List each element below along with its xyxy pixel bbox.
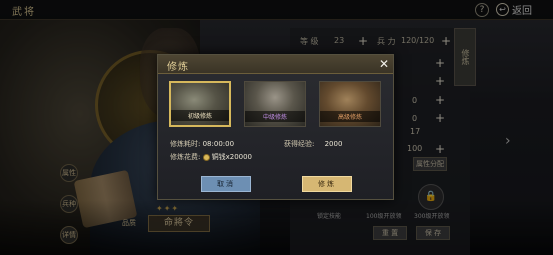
training-cost: 修炼花费: 铜钱x20000 — [170, 152, 252, 162]
experience-gain: 获得经验: 2000 — [284, 139, 342, 149]
training-options: 初级修炼 中级修炼 高级修炼 — [169, 81, 382, 131]
cost-value: 铜钱x20000 — [211, 153, 253, 161]
duration-value: 08:00:00 — [202, 140, 235, 148]
option-intermediate-training[interactable]: 中级修炼 — [244, 81, 306, 127]
copper-coin-icon — [202, 153, 210, 161]
exp-value: 2000 — [324, 140, 343, 148]
option-basic-training[interactable]: 初级修炼 — [169, 81, 231, 127]
option-label: 高级修炼 — [320, 111, 380, 122]
cost-label: 修炼花费: — [170, 153, 201, 161]
training-duration: 修炼耗时: 08:00:00 — [170, 139, 234, 149]
duration-label: 修炼耗时: — [170, 140, 201, 148]
cancel-button[interactable]: 取消 — [201, 176, 251, 192]
confirm-training-button[interactable]: 修炼 — [302, 176, 352, 192]
dialog-header: 修炼 ✕ — [158, 55, 393, 74]
dialog-title: 修炼 — [167, 62, 189, 73]
close-icon[interactable]: ✕ — [377, 57, 391, 71]
exp-label: 获得经验: — [284, 140, 315, 148]
option-label: 中级修炼 — [245, 111, 305, 122]
option-advanced-training[interactable]: 高级修炼 — [319, 81, 381, 127]
training-dialog: 修炼 ✕ 初级修炼 中级修炼 高级修炼 修炼耗时: 08:00:00 获得经验:… — [157, 54, 394, 200]
option-label: 初级修炼 — [171, 110, 229, 121]
